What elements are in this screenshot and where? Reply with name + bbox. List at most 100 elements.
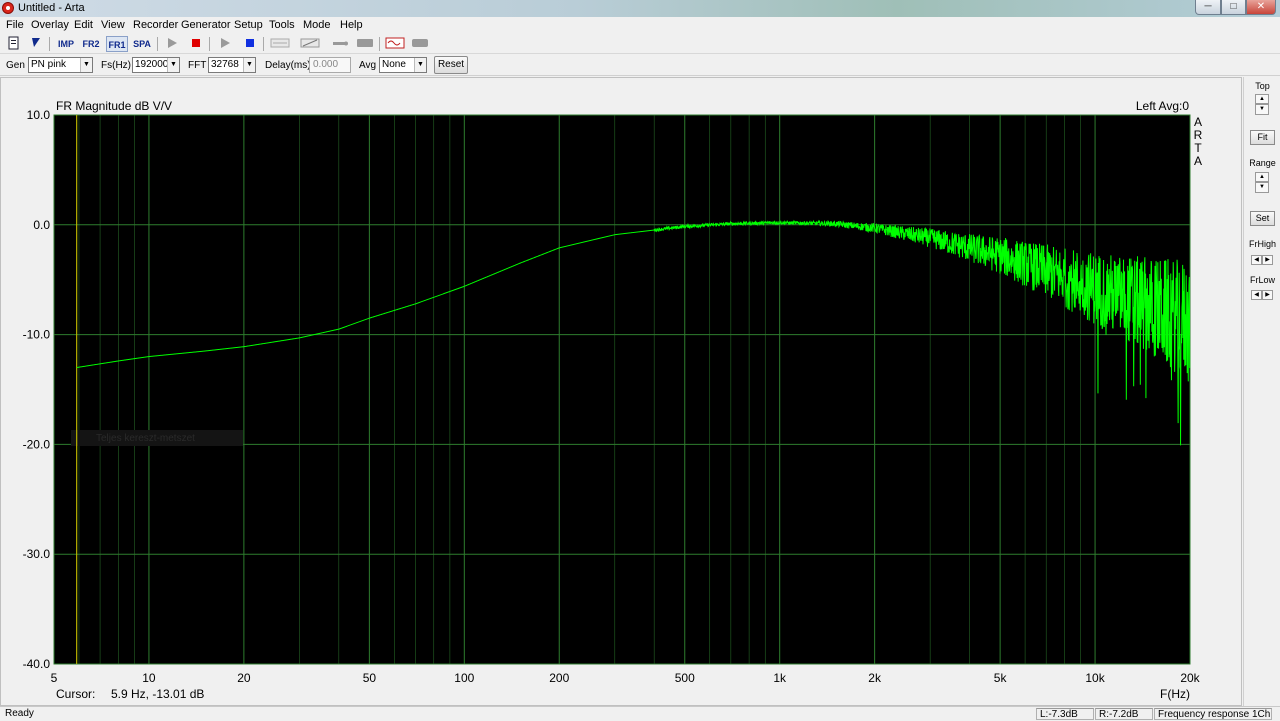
close-button[interactable]: ✕ [1246,0,1276,15]
chart-title: FR Magnitude dB V/V [56,99,172,113]
frlow-left-icon[interactable]: ◀ [1251,290,1262,300]
y-tick-label: -10.0 [23,328,51,342]
play-gray-icon[interactable] [215,36,235,52]
brand-letter: A [1194,154,1202,168]
frlow-label: FrLow [1249,275,1275,285]
menu-generator[interactable]: Generator [181,19,231,31]
menu-help[interactable]: Help [340,19,363,31]
average-value: None [382,59,406,70]
fs-label: Fs(Hz) [101,60,131,71]
meter-icon[interactable] [353,36,377,52]
parameters-bar: Gen PN pink ▼ Fs(Hz) 192000 ▼ FFT 32768 … [0,55,1280,76]
x-tick-label: 10k [1085,671,1105,685]
menu-file[interactable]: File [6,19,24,31]
x-tick-label: 50 [363,671,377,685]
play-gray-icon[interactable] [162,36,182,52]
top-label: Top [1255,81,1270,91]
chevron-down-icon: ▼ [167,58,179,72]
x-tick-label: 20k [1180,671,1200,685]
delay-input[interactable]: 0.000 [309,57,351,73]
imp-mode-button[interactable]: IMP [55,36,77,52]
y-tick-label: -30.0 [23,547,51,561]
sample-rate-select[interactable]: 192000 ▼ [132,57,180,73]
chevron-down-icon: ▼ [243,58,255,72]
frhigh-left-icon[interactable]: ◀ [1251,255,1262,265]
minimize-button[interactable]: ─ [1195,0,1221,15]
spa-mode-button[interactable]: SPA [131,36,153,52]
signal-generator-icon[interactable] [383,36,407,52]
cursor-label: Cursor: [56,687,95,701]
chevron-down-icon: ▼ [80,58,92,72]
gen-label: Gen [6,60,25,71]
x-tick-label: 200 [549,671,569,685]
menu-view[interactable]: View [101,19,125,31]
brand-letter: A [1194,115,1202,129]
toolbar-separator [379,37,380,51]
scale-control-panel: Top ▲ ▼ Fit Range ▲ ▼ Set FrHigh ◀ ▶ FrL… [1243,77,1280,706]
x-tick-label: 20 [237,671,251,685]
status-left-level: L:-7.3dB [1036,708,1094,720]
overlay-label: Teljes kereszt-metszet [96,433,195,444]
cursor-arrow-icon[interactable] [26,36,46,52]
reset-button[interactable]: Reset [434,56,468,74]
frhigh-right-icon[interactable]: ▶ [1262,255,1273,265]
fr2-mode-button[interactable]: FR2 [80,36,102,52]
status-bar: Ready L:-7.3dB R:-7.2dB Frequency respon… [0,706,1280,720]
menu-mode[interactable]: Mode [303,19,331,31]
toolbar-separator [157,37,158,51]
x-tick-label: 500 [675,671,695,685]
display-icon[interactable] [408,36,432,52]
delay-label: Delay(ms) [265,60,311,71]
title-bar: Untitled - Arta ─ □ ✕ [0,0,1280,17]
fr1-mode-button[interactable]: FR1 [106,36,128,52]
avg-label: Avg [359,60,377,71]
x-tick-label: 100 [454,671,474,685]
range-down-icon[interactable]: ▼ [1255,182,1269,193]
menu-edit[interactable]: Edit [74,19,93,31]
range-label: Range [1249,158,1276,168]
menu-overlay[interactable]: Overlay [31,19,69,31]
y-tick-label: -40.0 [23,657,51,671]
top-down-icon[interactable]: ▼ [1255,104,1269,115]
x-tick-label: 5 [51,671,58,685]
x-tick-label: 2k [868,671,882,685]
status-ready: Ready [5,708,34,719]
average-select[interactable]: None ▼ [379,57,427,73]
x-tick-label: 5k [994,671,1008,685]
menu-recorder[interactable]: Recorder [133,19,178,31]
set-button[interactable]: Set [1250,211,1275,226]
generator-value: PN pink [31,59,67,70]
waveform-icon[interactable] [298,36,322,52]
y-tick-label: 0.0 [33,218,50,232]
generator-select[interactable]: PN pink ▼ [28,57,93,73]
stop-red-icon[interactable] [186,36,206,52]
y-tick-label: -20.0 [23,437,51,451]
stop-blue-icon[interactable] [240,36,260,52]
frlow-right-icon[interactable]: ▶ [1262,290,1273,300]
arta-app-icon [2,2,14,14]
cursor-readout: 5.9 Hz, -13.01 dB [111,687,204,701]
status-right-level: R:-7.2dB [1095,708,1153,720]
fft-label: FFT [188,60,207,71]
window-title: Untitled - Arta [18,2,85,14]
menu-bar: File Overlay Edit View Recorder Generato… [0,17,1280,34]
brand-letter: R [1194,128,1203,142]
x-tick-label: 1k [773,671,787,685]
fit-button[interactable]: Fit [1250,130,1275,145]
toolbar-separator [49,37,50,51]
maximize-button[interactable]: □ [1221,0,1246,15]
fft-size-value: 32768 [211,59,239,70]
range-up-icon[interactable]: ▲ [1255,172,1269,182]
menu-setup[interactable]: Setup [234,19,263,31]
frequency-response-graph[interactable]: FR Magnitude dB V/V Left Avg:0 5 10 20 50 10… [1,78,1241,705]
y-tick-label: 10.0 [27,108,51,122]
top-up-icon[interactable]: ▲ [1255,94,1269,104]
new-file-icon[interactable] [4,36,24,52]
fft-size-select[interactable]: 32768 ▼ [208,57,256,73]
probe-icon[interactable] [328,36,352,52]
menu-tools[interactable]: Tools [269,19,295,31]
x-axis-label: F(Hz) [1160,687,1190,701]
status-mode: Frequency response 1Ch [1154,708,1272,720]
abc-icon[interactable] [268,36,292,52]
plot-background[interactable] [54,115,1190,664]
